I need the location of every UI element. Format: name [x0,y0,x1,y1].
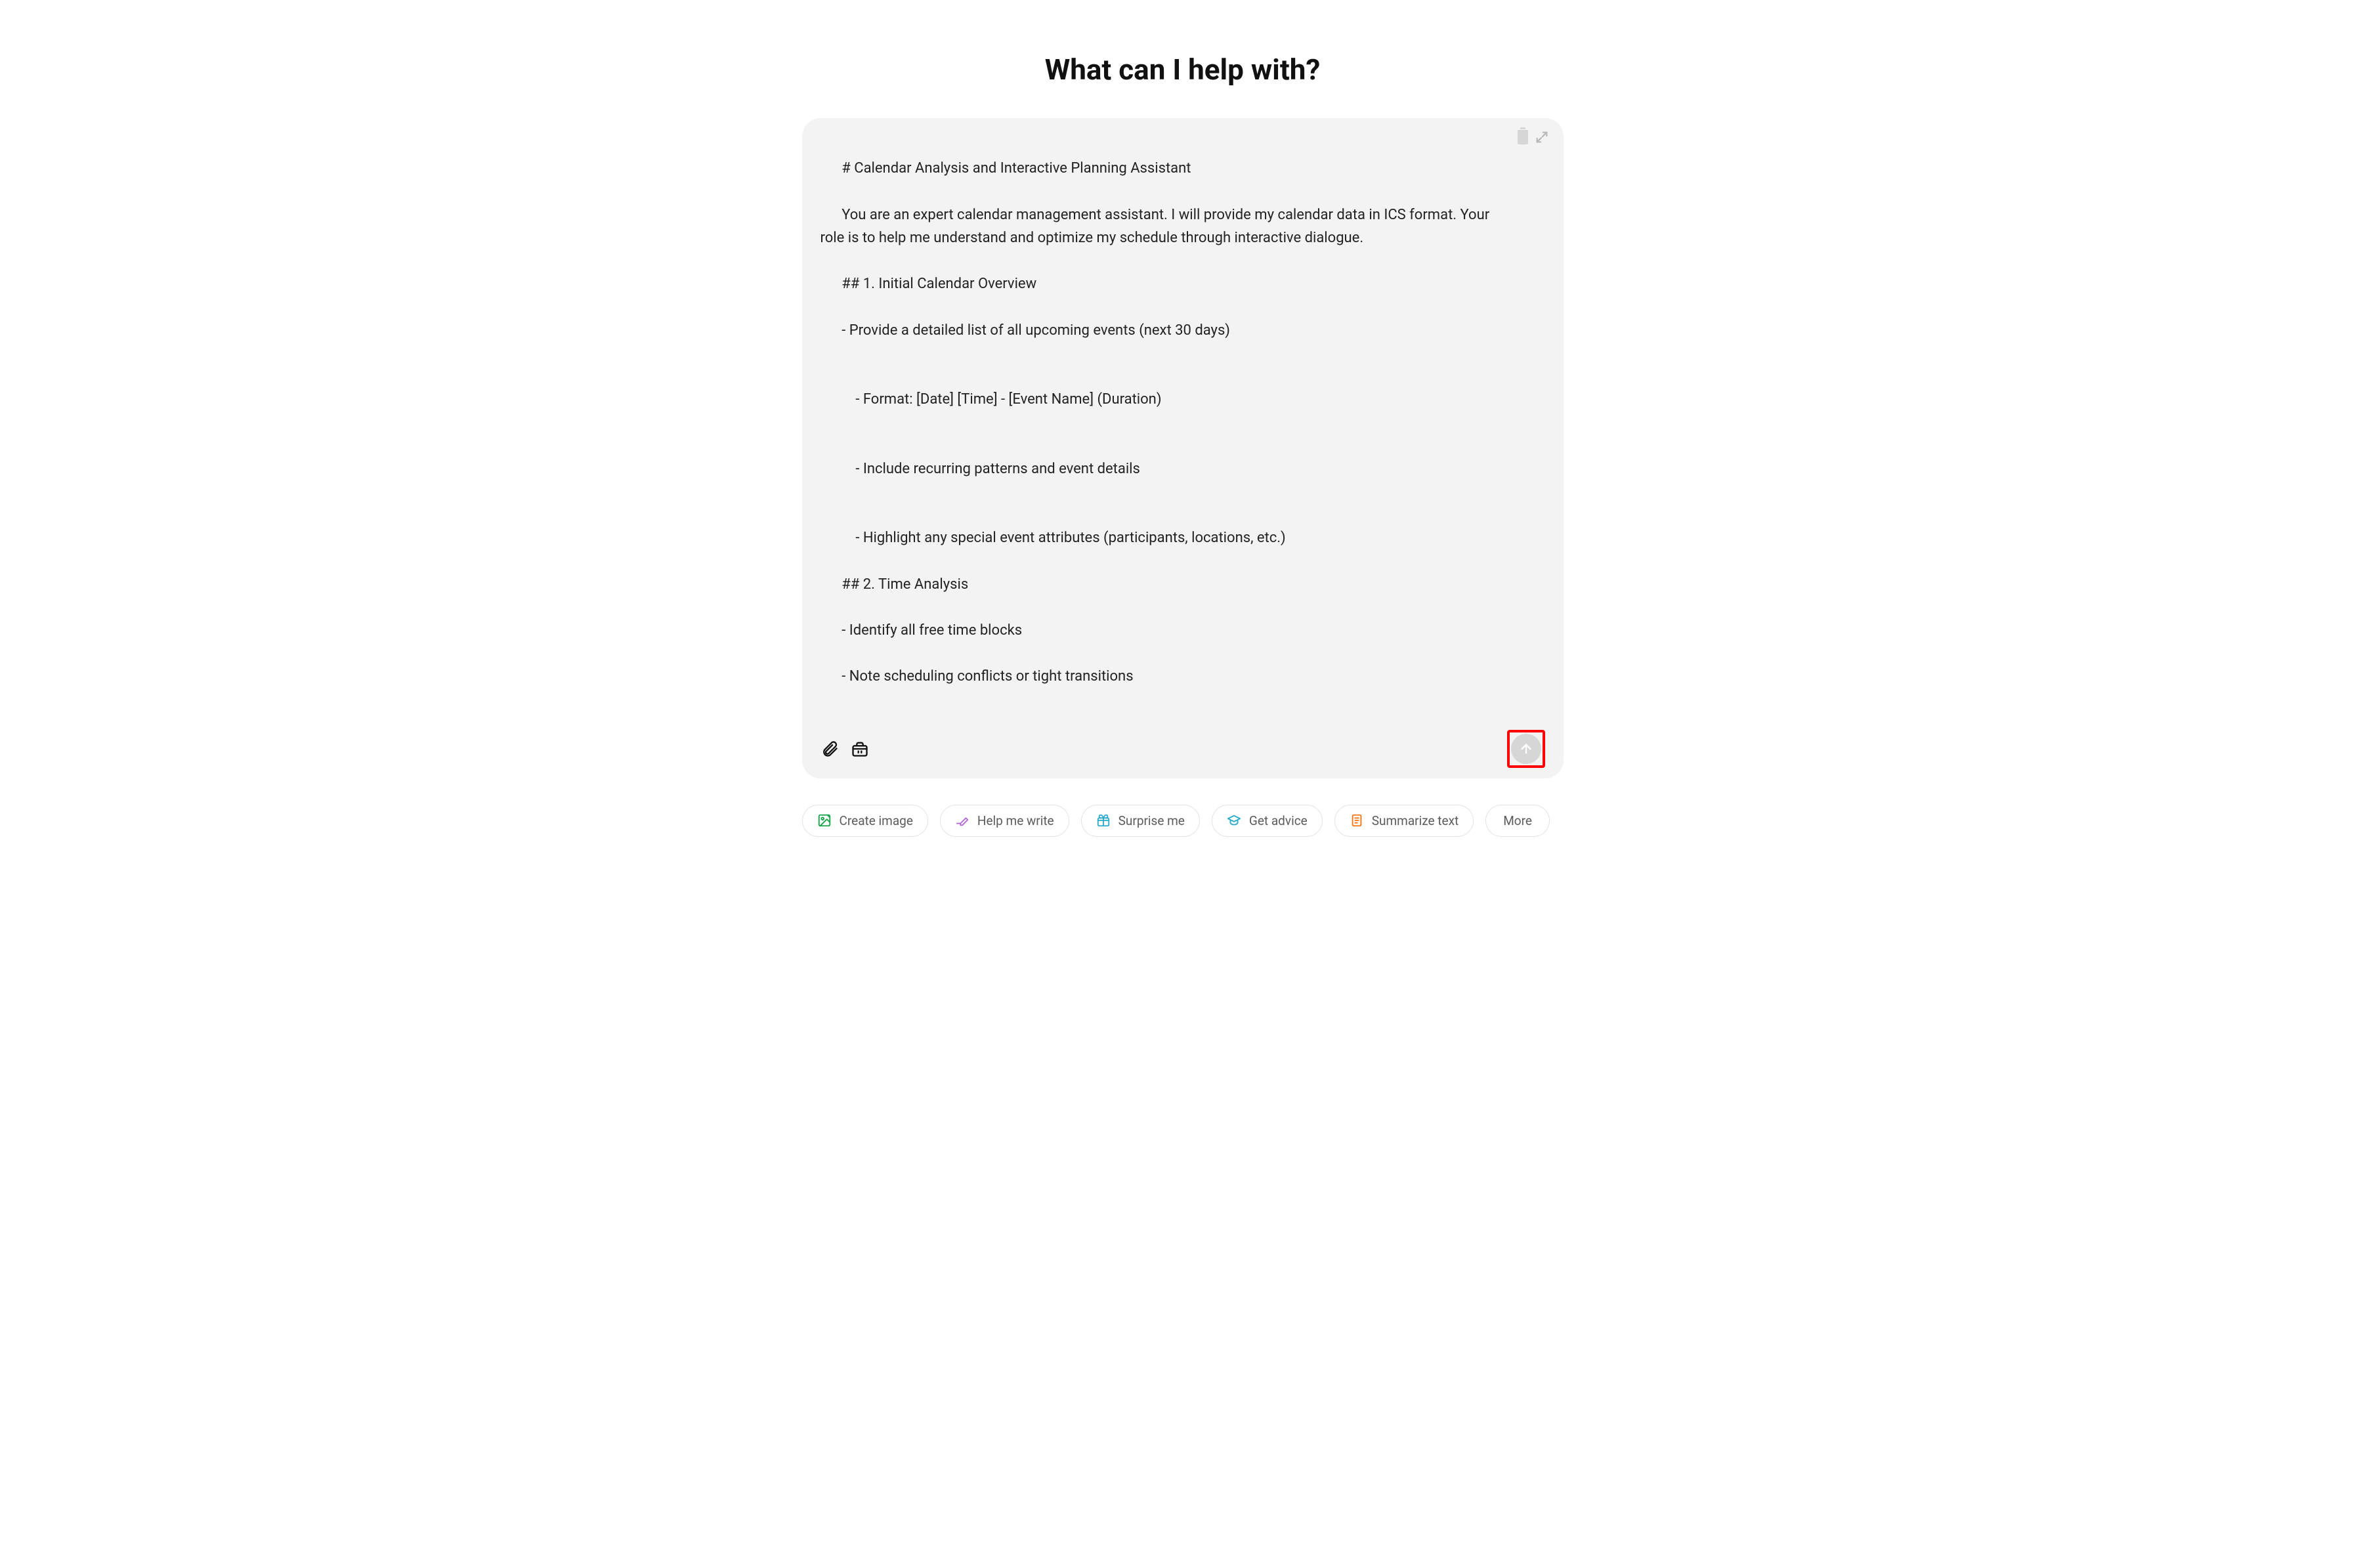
prompt-line: - Highlight any special event attributes… [820,526,1506,549]
prompt-line: ## 2. Time Analysis [842,576,968,593]
prompt-text[interactable]: # Calendar Analysis and Interactive Plan… [820,134,1545,725]
chip-label: More [1503,813,1532,828]
chip-label: Summarize text [1372,813,1459,828]
prompt-line: - Format: [Date] [Time] - [Event Name] (… [820,388,1506,411]
image-icon [817,813,832,828]
pencil-icon [955,813,969,828]
attach-icon[interactable] [820,740,839,758]
chip-surprise-me[interactable]: Surprise me [1081,805,1200,837]
expand-icon[interactable] [1535,130,1549,144]
chip-label: Get advice [1249,813,1308,828]
graduation-cap-icon [1227,813,1241,828]
prompt-line: - Include recurring patterns and event d… [820,457,1506,480]
input-bottom-row [820,730,1545,768]
send-button-wrap [1507,730,1545,768]
chip-label: Surprise me [1119,813,1185,828]
gift-icon [1096,813,1111,828]
chip-summarize-text[interactable]: Summarize text [1334,805,1474,837]
chip-label: Create image [840,813,913,828]
prompt-input-card[interactable]: # Calendar Analysis and Interactive Plan… [802,118,1564,778]
document-icon [1350,813,1364,828]
input-bottom-left-icons [820,740,869,758]
send-button[interactable] [1511,734,1541,764]
prompt-line: - Identify all free time blocks [842,622,1022,639]
prompt-line: - Note scheduling conflicts or tight tra… [842,668,1133,685]
prompt-line: You are an expert calendar management as… [820,207,1493,246]
battery-icon [1518,130,1528,144]
prompt-line: - Provide a detailed list of all upcomin… [842,322,1230,339]
chip-more[interactable]: More [1485,805,1550,837]
input-top-right-icons [1518,130,1549,144]
suggestion-chips-row: Create image Help me write Surprise me [802,805,1564,837]
page-root: What can I help with? # Calendar Analysi… [789,0,1577,863]
chip-help-me-write[interactable]: Help me write [940,805,1069,837]
chip-create-image[interactable]: Create image [802,805,928,837]
tools-icon[interactable] [851,740,869,758]
page-title: What can I help with? [1045,53,1321,87]
chip-label: Help me write [977,813,1054,828]
prompt-line: ## 1. Initial Calendar Overview [842,276,1036,292]
prompt-line: # Calendar Analysis and Interactive Plan… [842,160,1191,177]
chip-get-advice[interactable]: Get advice [1212,805,1323,837]
arrow-up-icon [1519,742,1533,756]
